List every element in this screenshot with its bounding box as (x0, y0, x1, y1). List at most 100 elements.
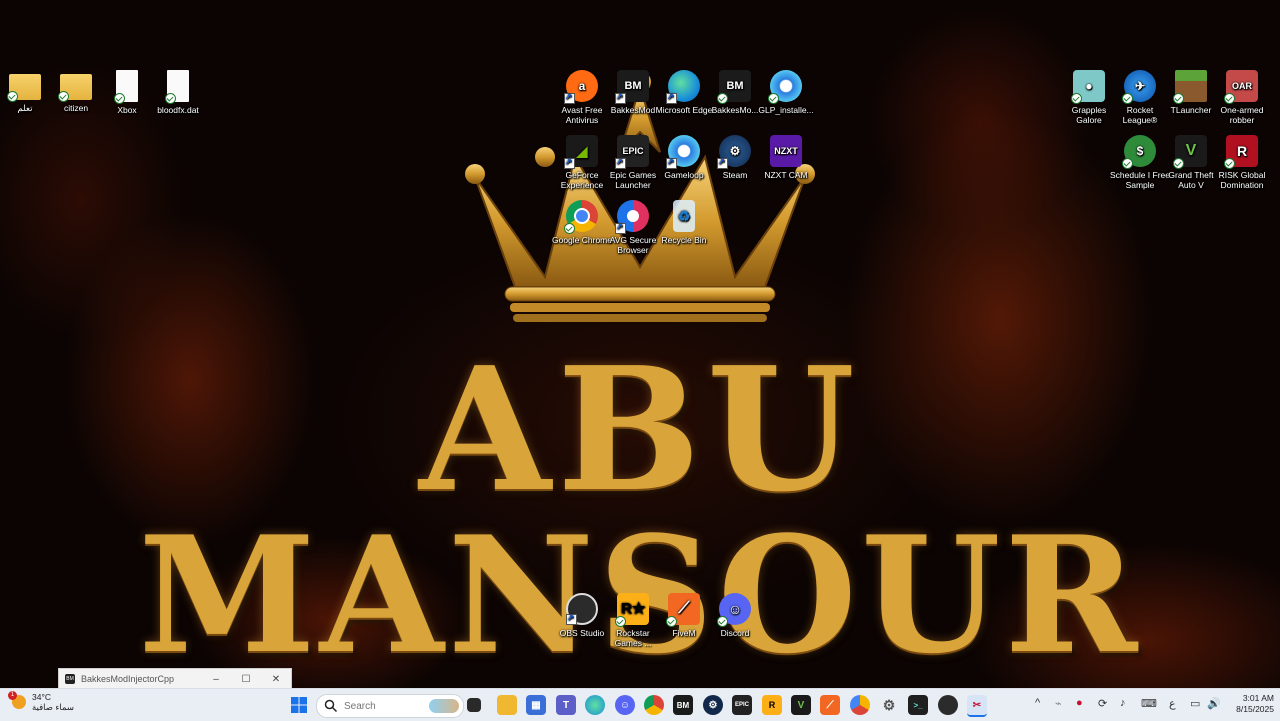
chrome-canary-icon[interactable] (850, 695, 870, 715)
weather-widget[interactable]: 1 34°C سماء صافية (8, 691, 74, 712)
desktop-icon-label: OBS Studio (559, 628, 605, 638)
weather-description: سماء صافية (32, 702, 74, 712)
sync-check-icon (165, 93, 176, 104)
search-input[interactable] (342, 699, 426, 713)
weather-temperature: 34°C (32, 692, 51, 702)
game-icon: $ (1122, 135, 1156, 169)
clock-date: 8/15/2025 (1236, 704, 1274, 714)
settings-icon[interactable]: ⚙ (879, 695, 899, 715)
gameloop-icon (666, 135, 700, 169)
desktop-icon-label: Rockstar Games ... (614, 628, 652, 648)
maximize-button[interactable]: ☐ (231, 674, 261, 685)
bakkesmod-icon[interactable]: BM (673, 695, 693, 715)
desktop-icon-label: Gameloop (664, 170, 704, 180)
fivem-icon: ⟋ (666, 593, 700, 627)
minimize-button[interactable]: – (201, 674, 231, 685)
windows-logo-icon (291, 697, 307, 713)
weather-text: 34°C سماء صافية (32, 692, 74, 712)
desktop-icon-glp-installer[interactable]: GLP_installe... (755, 70, 817, 115)
gameloop-icon (768, 70, 802, 104)
folder-icon (7, 74, 41, 102)
shortcut-arrow-icon (564, 157, 575, 169)
file-explorer-icon[interactable] (497, 695, 517, 715)
teams-icon[interactable]: T (556, 695, 576, 715)
recycle-bin-icon: ♻ (673, 200, 695, 232)
keyboard-icon[interactable]: ⌨ (1141, 697, 1157, 710)
edge-icon[interactable] (585, 695, 605, 715)
file-icon (114, 70, 138, 104)
start-button[interactable] (289, 695, 309, 715)
snipping-tool-icon[interactable]: ✂ (967, 695, 987, 717)
wallpaper-text-line1: ABU (419, 330, 861, 530)
desktop-icon-one-armed-robber[interactable]: OAR One-armed robber (1211, 70, 1273, 125)
volume-icon[interactable]: 🔊 (1207, 697, 1221, 710)
chevron-up-icon[interactable]: ^ (1035, 697, 1040, 709)
bakkesmod-injector-window[interactable]: BM BakkesModInjectorCpp – ☐ ✕ (58, 668, 292, 689)
weather-sun-icon: 1 (8, 691, 26, 709)
taskbar-search[interactable] (316, 694, 464, 718)
sync-check-icon (1173, 158, 1184, 169)
desktop-icon-recycle-bin[interactable]: ♻ Recycle Bin (653, 200, 715, 245)
window-controls: – ☐ ✕ (201, 674, 291, 685)
avast-tray-icon[interactable]: ● (1076, 697, 1083, 709)
discord-icon[interactable]: ☺ (615, 695, 635, 715)
desktop-icon-label: Avast Free Antivirus (561, 105, 603, 125)
ime-indicator[interactable]: ع (1169, 697, 1176, 710)
shortcut-arrow-icon (564, 92, 575, 104)
epic-games-icon[interactable]: EPIC (732, 695, 752, 715)
sync-check-icon (666, 616, 677, 627)
task-view-button[interactable] (467, 698, 481, 712)
rockstar-icon[interactable]: R (762, 695, 782, 715)
bakkesmod-icon: BM (65, 674, 75, 684)
risk-icon: R (1224, 135, 1258, 169)
avg-center-icon (627, 210, 639, 222)
network-icon[interactable]: ▭ (1190, 697, 1200, 710)
sync-icon[interactable]: ⟳ (1098, 697, 1107, 710)
gta-icon[interactable]: V (791, 695, 811, 715)
clock-time: 3:01 AM (1242, 693, 1274, 703)
fivem-icon[interactable]: ⟋ (820, 695, 840, 715)
close-button[interactable]: ✕ (261, 674, 291, 685)
desktop-icon-label: Grapples Galore (1071, 105, 1107, 125)
terminal-icon[interactable]: >_ (908, 695, 928, 715)
sync-check-icon (717, 93, 728, 104)
desktop-icon-label: Grand Theft Auto V (1168, 170, 1214, 190)
microphone-icon[interactable]: ♪ (1120, 697, 1126, 709)
shortcut-arrow-icon (566, 613, 577, 625)
bakkesmod-icon: BM (615, 70, 649, 104)
steam-icon[interactable]: ⚙ (703, 695, 723, 715)
store-icon[interactable]: ▦ (526, 695, 546, 715)
desktop-icon-label: GeForce Experience (560, 170, 604, 190)
folder-icon (58, 74, 92, 102)
taskbar: 1 34°C سماء صافية ▦ T ☺ BM ⚙ EPIC R V ⟋ … (0, 688, 1280, 721)
geforce-icon: ◢ (564, 135, 598, 169)
sync-check-icon (1122, 158, 1133, 169)
sync-check-icon (1224, 158, 1235, 169)
sync-check-icon (1173, 93, 1184, 104)
desktop-icon-label: Steam (722, 170, 748, 180)
desktop-icon-label: RISK Global Domination (1218, 170, 1266, 190)
minecraft-icon (1173, 70, 1207, 104)
chrome-icon (564, 200, 598, 234)
steam-icon: ⚙ (717, 135, 751, 169)
obs-icon[interactable] (938, 695, 958, 715)
desktop-icon-discord[interactable]: ☺ Discord (704, 593, 766, 638)
desktop-icon-label: تعلم (17, 103, 33, 113)
desktop-icon-file-bloodfx[interactable]: bloodfx.dat (147, 70, 209, 115)
desktop-icon-label: Xbox (117, 105, 137, 115)
desktop-icon-label: NZXT CAM (764, 170, 808, 180)
desktop-icon-label: Recycle Bin (661, 235, 707, 245)
rocket-league-icon: ✈ (1122, 70, 1156, 104)
chrome-center-icon (574, 208, 590, 224)
usb-icon[interactable]: ⌁ (1055, 697, 1062, 710)
discord-icon: ☺ (717, 593, 751, 627)
chrome-icon[interactable] (644, 695, 664, 715)
epic-games-icon: EPIC (615, 135, 649, 169)
desktop-icon-nzxt[interactable]: NZXT NZXT CAM (755, 135, 817, 180)
desktop-icon-risk[interactable]: R RISK Global Domination (1211, 135, 1273, 190)
desktop-icon-label: TLauncher (1170, 105, 1212, 115)
search-highlight-image (429, 699, 459, 713)
sync-check-icon (717, 616, 728, 627)
system-clock[interactable]: 3:01 AM 8/15/2025 (1226, 693, 1274, 715)
avg-browser-icon (615, 200, 649, 234)
